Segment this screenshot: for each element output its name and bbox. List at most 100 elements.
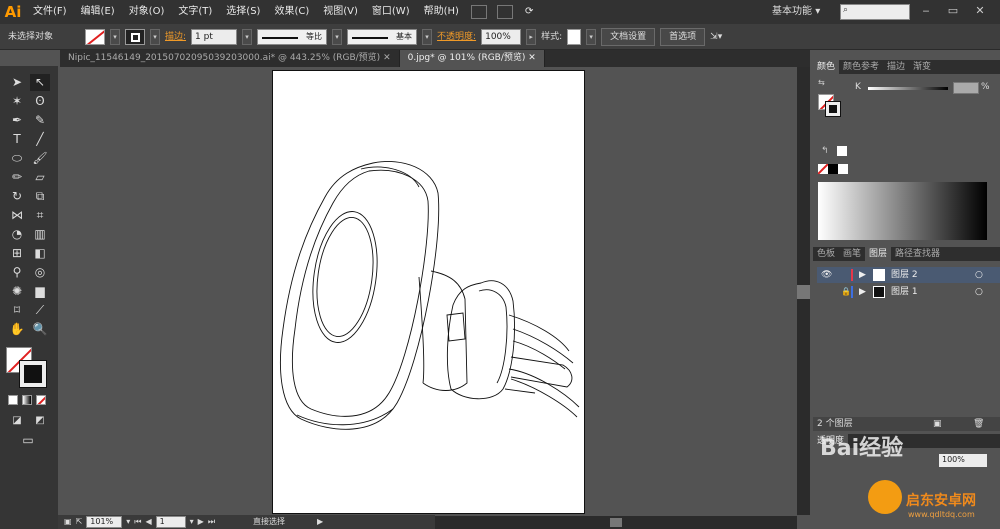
- lock-icon[interactable]: 🔒: [841, 284, 851, 300]
- menu-file[interactable]: 文件(F): [26, 0, 74, 24]
- swap-colors-icon[interactable]: ⇆: [818, 78, 825, 87]
- magic-wand-icon[interactable]: ✶: [7, 93, 27, 110]
- eraser-icon[interactable]: ▱: [30, 169, 50, 186]
- horizontal-scrollbar[interactable]: [435, 516, 797, 529]
- tab-nipic-document[interactable]: Nipic_11546149_20150702095039203000.ai* …: [60, 50, 400, 67]
- artboard-number-input[interactable]: 1: [155, 516, 186, 528]
- pen-tool-icon[interactable]: ✒: [7, 112, 27, 129]
- slice-tool-icon[interactable]: ⟋: [30, 302, 50, 319]
- menu-type[interactable]: 文字(T): [171, 0, 219, 24]
- artboard[interactable]: [272, 70, 585, 514]
- arrange-documents-icon[interactable]: [496, 5, 513, 19]
- none-swatch[interactable]: [818, 164, 828, 174]
- document-setup-button[interactable]: 文档设置: [601, 27, 656, 46]
- horizontal-scroll-thumb[interactable]: [610, 518, 622, 527]
- status-menu-icon[interactable]: ▶: [317, 516, 323, 528]
- delete-layer-icon[interactable]: 🗑: [973, 417, 984, 431]
- artboard-tool-icon[interactable]: ⌑: [7, 302, 27, 319]
- stroke-dropdown[interactable]: ▾: [150, 28, 160, 45]
- tab-brushes[interactable]: 画笔: [839, 247, 865, 261]
- tab-stroke[interactable]: 描边: [883, 60, 909, 74]
- layer-name[interactable]: 图层 1: [891, 284, 918, 300]
- ellipse-tool-icon[interactable]: ⬭: [7, 150, 27, 167]
- arrange-icon[interactable]: ⇲▾: [710, 29, 722, 45]
- gradient-mode-icon[interactable]: [22, 395, 32, 405]
- color-spectrum[interactable]: [818, 182, 987, 240]
- next-artboard-icon[interactable]: ▶: [198, 516, 204, 528]
- tab-color-guide[interactable]: 颜色参考: [839, 60, 883, 74]
- stroke-weight-input[interactable]: 1 pt: [191, 28, 238, 45]
- zoom-tool-icon[interactable]: 🔍: [30, 321, 50, 338]
- gradient-tool-icon[interactable]: ◧: [30, 245, 50, 262]
- black-swatch[interactable]: [828, 164, 838, 174]
- lasso-icon[interactable]: ʘ: [30, 93, 50, 110]
- menu-edit[interactable]: 编辑(E): [74, 0, 122, 24]
- stroke-weight-dropdown[interactable]: ▾: [242, 28, 253, 45]
- menu-effect[interactable]: 效果(C): [267, 0, 316, 24]
- draw-behind-icon[interactable]: ◩: [30, 412, 50, 429]
- paintbrush-icon[interactable]: 🖌: [30, 150, 50, 167]
- layer-row[interactable]: 🔒 ▶ 图层 1 ○: [817, 284, 1000, 300]
- menu-view[interactable]: 视图(V): [316, 0, 365, 24]
- eyedropper-icon[interactable]: ⚲: [7, 264, 27, 281]
- menu-select[interactable]: 选择(S): [219, 0, 267, 24]
- stroke-color-box[interactable]: [19, 360, 47, 388]
- line-tool-icon[interactable]: ╱: [30, 131, 50, 148]
- tab-0-jpg[interactable]: 0.jpg* @ 101% (RGB/预览) ✕: [399, 50, 545, 67]
- rotate-tool-icon[interactable]: ↻: [7, 188, 27, 205]
- k-value-input[interactable]: [953, 82, 979, 94]
- white-swatch[interactable]: [838, 164, 848, 174]
- first-artboard-icon[interactable]: ⏮: [134, 516, 141, 528]
- menu-help[interactable]: 帮助(H): [417, 0, 466, 24]
- symbol-sprayer-icon[interactable]: ✺: [7, 283, 27, 300]
- color-mode-icon[interactable]: [8, 395, 18, 405]
- variable-width-profile[interactable]: 等比: [257, 28, 328, 45]
- transparency-opacity-input[interactable]: 100%: [939, 454, 987, 467]
- tab-gradient[interactable]: 渐变: [909, 60, 935, 74]
- web-safe-swatch[interactable]: [837, 146, 847, 156]
- close-tab-icon[interactable]: ✕: [383, 53, 391, 63]
- selection-tool-icon[interactable]: ➤: [7, 74, 27, 91]
- minimize-button[interactable]: ‒: [918, 3, 934, 19]
- width-tool-icon[interactable]: ⋈: [7, 207, 27, 224]
- out-of-gamut-icon[interactable]: ↰: [821, 146, 829, 156]
- curvature-tool-icon[interactable]: ✎: [30, 112, 50, 129]
- none-mode-icon[interactable]: [36, 395, 46, 405]
- hand-tool-icon[interactable]: ✋: [7, 321, 27, 338]
- scale-tool-icon[interactable]: ⧉: [30, 188, 50, 205]
- new-layer-icon[interactable]: ▣: [933, 417, 942, 431]
- column-graph-icon[interactable]: ▆: [30, 283, 50, 300]
- tab-color[interactable]: 颜色: [813, 60, 840, 74]
- panel-stroke-box[interactable]: [825, 101, 841, 117]
- close-window-button[interactable]: ✕: [972, 3, 988, 19]
- type-tool-icon[interactable]: T: [7, 131, 27, 148]
- stroke-swatch[interactable]: [125, 28, 145, 45]
- export-icon[interactable]: ⇱: [76, 516, 83, 528]
- pencil-icon[interactable]: ✏: [7, 169, 27, 186]
- maximize-button[interactable]: ▭: [945, 3, 961, 19]
- target-icon[interactable]: ○: [975, 284, 983, 300]
- fill-dropdown[interactable]: ▾: [110, 28, 120, 45]
- fill-swatch[interactable]: [85, 28, 105, 45]
- vertical-scroll-thumb[interactable]: [797, 285, 810, 299]
- style-dropdown[interactable]: ▾: [586, 28, 597, 45]
- previous-artboard-icon[interactable]: ◀: [145, 516, 151, 528]
- layer-name[interactable]: 图层 2: [891, 267, 918, 283]
- preferences-button[interactable]: 首选项: [660, 27, 706, 46]
- expand-arrow-icon[interactable]: ▶: [859, 284, 866, 300]
- tab-swatches[interactable]: 色板: [813, 247, 839, 261]
- perspective-grid-icon[interactable]: ▥: [30, 226, 50, 243]
- brush-definition[interactable]: 基本: [347, 28, 418, 45]
- menu-window[interactable]: 窗口(W): [365, 0, 417, 24]
- last-artboard-icon[interactable]: ⏭: [208, 516, 215, 528]
- free-transform-icon[interactable]: ⌗: [30, 207, 50, 224]
- tab-pathfinder[interactable]: 路径查找器: [891, 247, 944, 261]
- zoom-dropdown[interactable]: ▾: [126, 516, 130, 528]
- screen-mode-icon[interactable]: ▭: [18, 432, 38, 449]
- target-icon[interactable]: ○: [975, 267, 983, 283]
- visibility-eye-icon[interactable]: 👁: [821, 267, 832, 283]
- direct-selection-tool-icon[interactable]: ↖: [30, 74, 50, 91]
- blend-tool-icon[interactable]: ◎: [30, 264, 50, 281]
- opacity-input[interactable]: 100%: [481, 28, 522, 45]
- tab-layers[interactable]: 图层: [865, 247, 892, 261]
